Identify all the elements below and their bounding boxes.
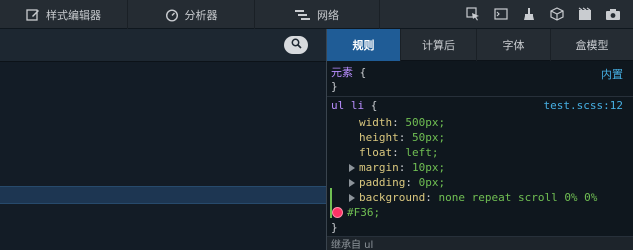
element-rule-header: 元素 { <box>331 65 366 80</box>
property-value[interactable]: 500px; <box>405 116 445 129</box>
paintbrush-icon[interactable] <box>515 0 543 29</box>
element-close-brace: } <box>331 80 338 93</box>
markup-pane <box>0 29 326 250</box>
network-icon <box>295 9 311 21</box>
property-value[interactable]: 10px; <box>412 161 445 174</box>
inherited-header: 继承自 ul <box>327 236 633 250</box>
property-name[interactable]: float <box>359 146 392 159</box>
tab-style-editor[interactable]: 样式编辑器 <box>0 0 128 29</box>
rules-sidebar: 规则 计算后 字体 盒模型 元素 { 内置 } ul li { test.scs… <box>327 29 633 250</box>
inherited-label: 继承自 ul <box>331 240 374 250</box>
rule-selector: ul li <box>331 99 365 112</box>
property-value[interactable]: none repeat scroll 0% 0% <box>438 191 597 204</box>
element-selector: 元素 <box>331 66 353 79</box>
tab-profiler[interactable]: 分析器 <box>128 0 255 29</box>
element-open-brace: { <box>359 66 367 79</box>
declaration-padding[interactable]: padding: 0px; <box>349 175 445 190</box>
rule-divider <box>327 96 633 97</box>
screenshot-icon[interactable] <box>599 0 627 29</box>
selected-node-row[interactable] <box>0 186 326 204</box>
element-source-link[interactable]: 内置 <box>601 67 623 82</box>
property-name[interactable]: padding <box>359 176 405 189</box>
search-icon <box>291 38 302 52</box>
rule-header: ul li { <box>331 98 377 113</box>
toolbar-icon-group <box>380 0 633 28</box>
property-name[interactable]: margin <box>359 161 399 174</box>
tab-profiler-label: 分析器 <box>184 8 218 22</box>
color-value[interactable]: #F36; <box>347 206 380 219</box>
edit-icon <box>26 8 40 22</box>
console-icon[interactable] <box>487 0 515 29</box>
declaration-float[interactable]: float: left; <box>359 145 439 160</box>
property-name[interactable]: height <box>359 131 399 144</box>
property-value[interactable]: 50px; <box>412 131 445 144</box>
declaration-background-color[interactable]: #F36; <box>332 205 380 220</box>
sidebar-tabs: 规则 计算后 字体 盒模型 <box>327 29 633 61</box>
tab-box-model[interactable]: 盒模型 <box>551 29 633 61</box>
declaration-margin[interactable]: margin: 10px; <box>349 160 445 175</box>
declaration-background[interactable]: background: none repeat scroll 0% 0% <box>349 190 597 205</box>
rule-close-brace: } <box>331 221 338 234</box>
property-name[interactable]: width <box>359 116 392 129</box>
expand-triangle-icon[interactable] <box>349 179 355 187</box>
tab-fonts[interactable]: 字体 <box>477 29 551 61</box>
rule-source-link[interactable]: test.scss:12 <box>544 98 623 113</box>
expand-triangle-icon[interactable] <box>349 194 355 202</box>
declaration-width[interactable]: width: 500px; <box>359 115 445 130</box>
modified-indicator <box>330 188 332 218</box>
search-button[interactable] <box>284 36 308 54</box>
color-swatch[interactable] <box>332 207 343 218</box>
expand-triangle-icon[interactable] <box>349 164 355 172</box>
rule-open-brace: { <box>370 99 378 112</box>
tab-style-editor-label: 样式编辑器 <box>46 8 101 22</box>
markup-search-bar <box>0 29 326 62</box>
stopwatch-icon <box>165 8 179 22</box>
pick-element-icon[interactable] <box>459 0 487 29</box>
tab-computed[interactable]: 计算后 <box>401 29 477 61</box>
tab-network[interactable]: 网络 <box>255 0 380 29</box>
tab-rules[interactable]: 规则 <box>327 29 401 61</box>
devtools-toolbar: 样式编辑器 分析器 网络 <box>0 0 633 29</box>
property-value[interactable]: left; <box>405 146 438 159</box>
property-value[interactable]: 0px; <box>419 176 446 189</box>
tab-network-label: 网络 <box>317 8 339 22</box>
3d-box-icon[interactable] <box>543 0 571 29</box>
declaration-height[interactable]: height: 50px; <box>359 130 445 145</box>
property-name[interactable]: background <box>359 191 425 204</box>
scratchpad-icon[interactable] <box>571 0 599 29</box>
